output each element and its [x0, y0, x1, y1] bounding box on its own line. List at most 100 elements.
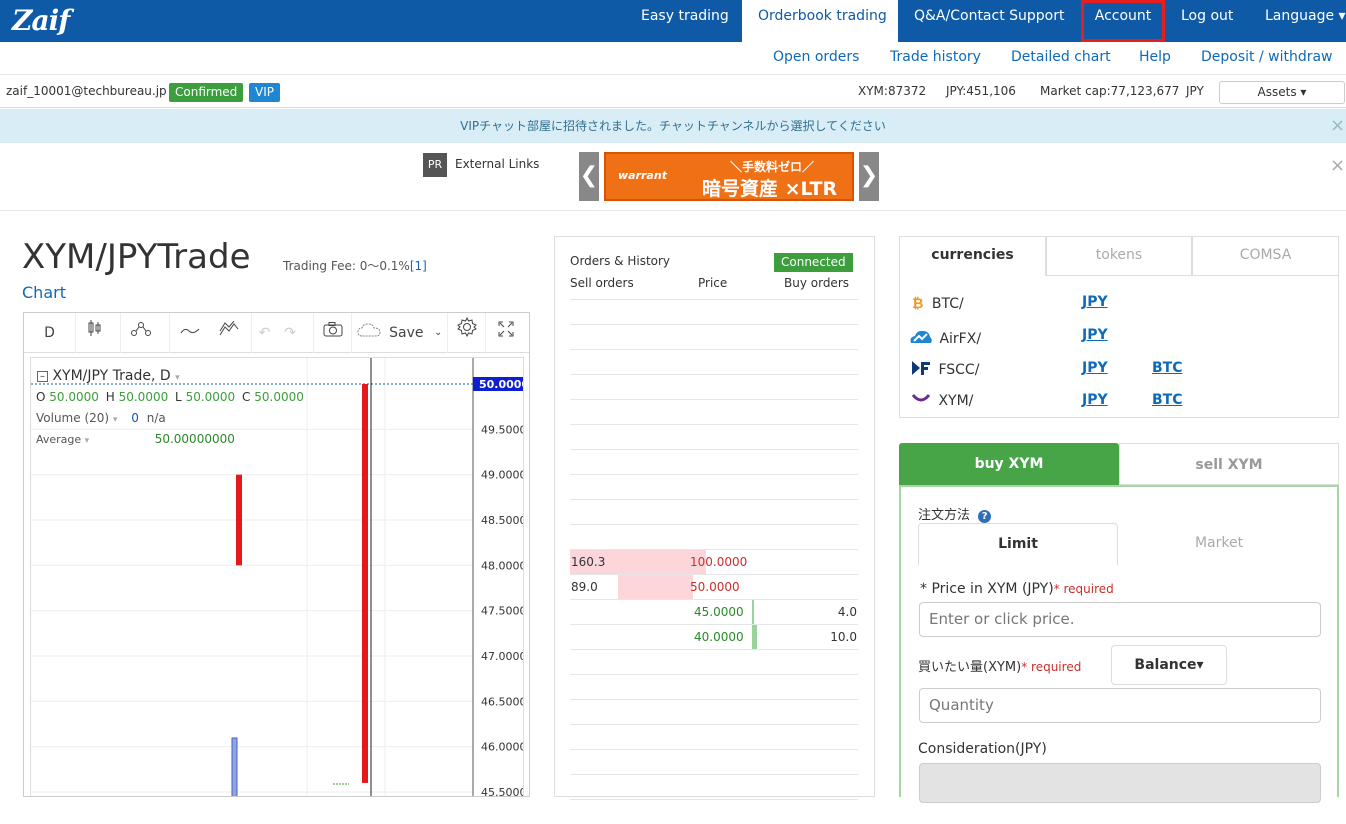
xym-jpy-link[interactable]: JPY [1082, 392, 1108, 408]
volume-value: 0 [131, 411, 139, 425]
tab-sell-xym[interactable]: sell XYM [1119, 443, 1339, 485]
subnav-trade-history[interactable]: Trade history [890, 49, 981, 65]
tab-tokens[interactable]: tokens [1046, 236, 1192, 276]
subnav-help[interactable]: Help [1139, 49, 1171, 65]
nav-logout[interactable]: Log out [1181, 0, 1237, 42]
price-cell[interactable]: 40.0000 [694, 630, 744, 644]
orderbook-row[interactable] [570, 774, 858, 799]
legend-chevron-icon[interactable]: ▾ [175, 373, 180, 383]
banner-prev-icon[interactable]: ❮ [579, 152, 599, 201]
quantity-input[interactable]: Quantity [919, 688, 1321, 723]
links-close-icon[interactable]: × [1330, 155, 1346, 176]
fee-note-link[interactable]: [1] [410, 259, 427, 273]
orderbook-row[interactable]: 40.0000 10.0 [570, 624, 858, 649]
undo-icon[interactable]: ↶ [251, 313, 277, 353]
chart-toolbar: D ↶ ↷ Save ⌄ [24, 313, 529, 353]
orderbook-row[interactable] [570, 749, 858, 774]
orderbook-row[interactable]: 45.0000 4.0 [570, 599, 858, 624]
save-layout-button[interactable]: Save ⌄ [351, 313, 447, 353]
chart-link[interactable]: Chart [22, 283, 66, 302]
subnav-open-orders[interactable]: Open orders [773, 49, 859, 65]
orderbook-row[interactable]: 89.0 50.0000 [570, 574, 858, 599]
orderbook-row[interactable] [570, 299, 858, 324]
banner-next-icon[interactable]: ❯ [859, 152, 879, 201]
orderbook-row[interactable] [570, 449, 858, 474]
orderbook-row[interactable] [570, 399, 858, 424]
market-tab[interactable]: Market [1119, 523, 1319, 565]
tab-currencies[interactable]: currencies [899, 236, 1046, 276]
nav-account[interactable]: Account [1081, 0, 1165, 42]
price-input[interactable]: Enter or click price. [919, 602, 1321, 637]
orderbook-row[interactable] [570, 649, 858, 674]
tab-comsa[interactable]: COMSA [1192, 236, 1339, 276]
camera-icon[interactable] [313, 313, 351, 353]
sell-amount[interactable]: 89.0 [571, 580, 598, 594]
nav-easy-trading[interactable]: Easy trading [641, 0, 729, 42]
airfx-jpy-link[interactable]: JPY [1082, 327, 1108, 343]
btc-jpy-link[interactable]: JPY [1082, 294, 1108, 310]
orderbook-row[interactable] [570, 374, 858, 399]
zaif-logo[interactable]: Zaif [12, 4, 70, 37]
fscc-btc-link[interactable]: BTC [1152, 360, 1183, 376]
ohlc-l-val: 50.0000 [185, 390, 236, 404]
external-links-bar: PR External Links ❮ warrant ＼手数料ゼロ／ 暗号資産… [0, 143, 1346, 211]
indicators-icon[interactable] [120, 313, 160, 353]
orderbook-row[interactable] [570, 499, 858, 524]
interval-button[interactable]: D [24, 313, 76, 353]
average-chevron-icon[interactable]: ▾ [85, 436, 90, 446]
assets-dropdown-button[interactable]: Assets ▾ [1219, 81, 1345, 104]
orderbook-row[interactable] [570, 799, 858, 824]
fscc-jpy-link[interactable]: JPY [1082, 360, 1108, 376]
orderbook-row[interactable] [570, 699, 858, 724]
xym-btc-link[interactable]: BTC [1152, 392, 1183, 408]
subnav-deposit-withdraw[interactable]: Deposit / withdraw [1201, 49, 1333, 65]
subnav-detailed-chart[interactable]: Detailed chart [1011, 49, 1111, 65]
compare-icon[interactable] [169, 313, 209, 353]
help-icon[interactable]: ? [978, 510, 992, 523]
candle-style-icon[interactable] [76, 313, 112, 353]
redo-icon[interactable]: ↷ [277, 313, 303, 353]
price-cell[interactable]: 100.0000 [690, 555, 747, 569]
currency-row-xym-jpy: JPY [1082, 392, 1108, 408]
orderbook-row[interactable]: 160.3 100.0000 [570, 549, 858, 574]
orderbook-row[interactable] [570, 324, 858, 349]
balance-dropdown-button[interactable]: Balance▾ [1111, 645, 1227, 685]
orderbook-row[interactable] [570, 724, 858, 749]
orderbook-row[interactable] [570, 424, 858, 449]
connected-badge: Connected [774, 253, 853, 272]
chart-canvas[interactable]: 49.5000 49.0000 48.5000 48.0000 47.5000 47.00… [30, 357, 524, 796]
nav-qa-contact[interactable]: Q&A/Contact Support [914, 0, 1065, 42]
user-email: zaif_10001@techbureau.jp [6, 84, 167, 98]
nav-orderbook-trading[interactable]: Orderbook trading [742, 0, 898, 42]
orderbook-row[interactable] [570, 349, 858, 374]
collapse-icon[interactable]: – [37, 370, 48, 382]
fullscreen-icon[interactable] [485, 313, 525, 353]
notice-close-icon[interactable]: × [1330, 109, 1346, 143]
volume-label: Volume (20) [36, 411, 110, 425]
price-cell[interactable]: 50.0000 [690, 580, 740, 594]
currency-row-xym-btc: BTC [1152, 392, 1183, 408]
ohlc-legend: O 50.0000 H 50.0000 L 50.0000 C 50.0000 [36, 390, 304, 404]
price-label: * Price in XYM (JPY)* required [920, 581, 1114, 597]
price-cell[interactable]: 45.0000 [694, 605, 744, 619]
orderbook-row[interactable] [570, 674, 858, 699]
currency-row-btc-jpy: JPY [1082, 294, 1108, 310]
volume-chevron-icon[interactable]: ▾ [113, 415, 118, 425]
studies-icon[interactable] [209, 313, 249, 353]
page-title: XYM/JPYTrade [22, 237, 251, 277]
nav-language[interactable]: Language ▾ [1265, 0, 1346, 42]
orderbook-row[interactable] [570, 524, 858, 549]
vip-chat-notice: VIPチャット部屋に招待されました。チャットチャンネルから選択してください [0, 109, 1346, 143]
ohlc-c: C [242, 390, 251, 404]
warrant-banner[interactable]: warrant ＼手数料ゼロ／ 暗号資産 ×LTR [604, 152, 854, 201]
price-label-text: * Price in XYM (JPY) [920, 581, 1054, 597]
currency-name: XYM/ [938, 393, 974, 409]
currency-row-airfx: AirFX/ [909, 328, 981, 350]
settings-gear-icon[interactable] [447, 313, 485, 353]
buy-amount[interactable]: 4.0 [838, 605, 857, 619]
limit-tab[interactable]: Limit [918, 523, 1118, 565]
buy-amount[interactable]: 10.0 [830, 630, 857, 644]
tab-buy-xym[interactable]: buy XYM [899, 443, 1119, 485]
sell-amount[interactable]: 160.3 [571, 555, 605, 569]
orderbook-row[interactable] [570, 474, 858, 499]
